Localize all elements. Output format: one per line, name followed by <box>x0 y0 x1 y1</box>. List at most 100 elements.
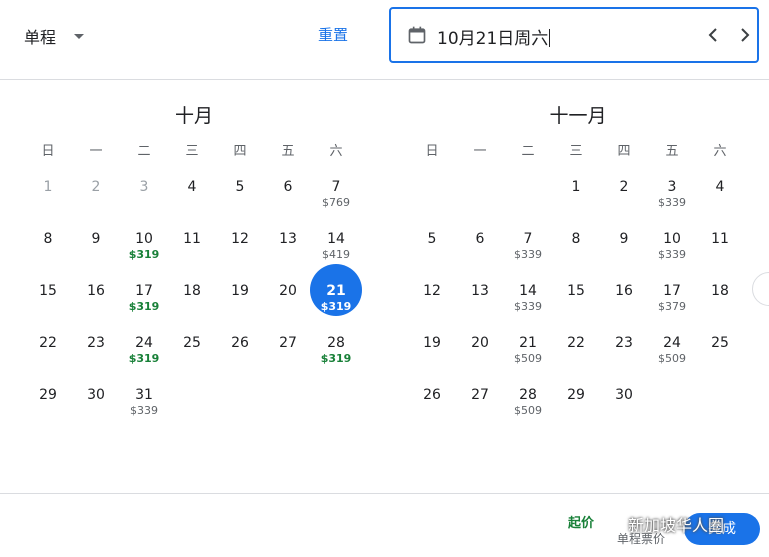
day-number: 15 <box>567 283 585 299</box>
day-cell[interactable]: 14 $339 <box>504 278 552 330</box>
day-cell[interactable]: 19 <box>408 330 456 382</box>
day-cell[interactable]: 23 <box>600 330 648 382</box>
weekday-label: 一 <box>473 144 487 159</box>
day-cell[interactable]: 16 <box>600 278 648 330</box>
day-cell[interactable]: 10 $319 <box>120 226 168 278</box>
day-cell[interactable]: 7 $339 <box>504 226 552 278</box>
day-cell[interactable]: 25 <box>168 330 216 382</box>
scroll-handle[interactable] <box>752 272 769 306</box>
day-cell[interactable]: 16 <box>72 278 120 330</box>
day-price: $339 <box>130 404 158 417</box>
day-cell[interactable]: 5 <box>216 174 264 226</box>
day-cell[interactable]: 18 <box>168 278 216 330</box>
trip-type-select[interactable]: 单程 <box>24 22 85 50</box>
day-number: 6 <box>283 179 293 195</box>
day-cell[interactable]: 15 <box>24 278 72 330</box>
day-cell[interactable]: 23 <box>72 330 120 382</box>
day-cell[interactable]: 20 <box>456 330 504 382</box>
day-cell[interactable]: 27 <box>456 382 504 434</box>
selected-day[interactable]: 21 $319 <box>310 264 362 330</box>
reset-button[interactable]: 重置 <box>318 24 348 45</box>
day-number: 2 <box>619 179 629 195</box>
day-cell[interactable]: 30 <box>600 382 648 434</box>
next-month-button[interactable] <box>733 23 757 47</box>
day-cell[interactable]: 13 <box>456 278 504 330</box>
day-cell[interactable]: 28 $509 <box>504 382 552 434</box>
day-price: $509 <box>658 352 686 365</box>
day-cell[interactable]: 2 <box>600 174 648 226</box>
day-cell[interactable]: 6 <box>456 226 504 278</box>
day-cell[interactable]: 11 <box>696 226 744 278</box>
day-cell[interactable]: 12 <box>408 278 456 330</box>
day-cell[interactable]: 10 $339 <box>648 226 696 278</box>
day-cell[interactable]: 25 <box>696 330 744 382</box>
day-cell[interactable]: 20 <box>264 278 312 330</box>
prev-month-button[interactable] <box>701 23 725 47</box>
day-cell[interactable]: 18 <box>696 278 744 330</box>
day-cell[interactable]: 26 <box>408 382 456 434</box>
day-number: 21 <box>519 335 537 351</box>
day-number: 22 <box>39 335 57 351</box>
day-cell[interactable]: 19 <box>216 278 264 330</box>
day-number: 18 <box>711 283 729 299</box>
day-cell[interactable]: 9 <box>72 226 120 278</box>
day-cell[interactable]: 24 $319 <box>120 330 168 382</box>
day-cell[interactable]: 22 <box>552 330 600 382</box>
day-cell[interactable]: 13 <box>264 226 312 278</box>
day-cell[interactable]: 12 <box>216 226 264 278</box>
day-number: 17 <box>663 283 681 299</box>
empty-cell <box>456 174 504 226</box>
day-number: 27 <box>471 387 489 403</box>
weekday-label: 二 <box>137 144 151 159</box>
day-number: 7 <box>523 231 533 247</box>
day-number: 17 <box>135 283 153 299</box>
weekday-label: 一 <box>89 144 103 159</box>
day-number: 6 <box>475 231 485 247</box>
day-number: 28 <box>519 387 537 403</box>
day-cell[interactable]: 4 <box>168 174 216 226</box>
day-number: 22 <box>567 335 585 351</box>
day-cell[interactable]: 9 <box>600 226 648 278</box>
day-cell[interactable]: 5 <box>408 226 456 278</box>
chat-bubble-icon <box>606 517 624 530</box>
day-cell[interactable]: 17 $379 <box>648 278 696 330</box>
day-number: 19 <box>423 335 441 351</box>
weekday-label: 日 <box>41 144 55 159</box>
day-cell[interactable]: 30 <box>72 382 120 434</box>
day-number: 19 <box>231 283 249 299</box>
day-number: 16 <box>615 283 633 299</box>
price-from-label: 起价 <box>568 516 595 531</box>
day-number: 29 <box>39 387 57 403</box>
day-number: 5 <box>427 231 437 247</box>
date-input[interactable]: 10月21日周六 <box>389 7 759 63</box>
day-cell[interactable]: 17 $319 <box>120 278 168 330</box>
day-price: $769 <box>322 196 350 209</box>
day-cell[interactable]: 31 $339 <box>120 382 168 434</box>
day-cell[interactable]: 26 <box>216 330 264 382</box>
day-cell[interactable]: 8 <box>552 226 600 278</box>
day-number: 23 <box>615 335 633 351</box>
day-cell[interactable]: 7 $769 <box>312 174 360 226</box>
day-cell[interactable]: 29 <box>552 382 600 434</box>
day-cell[interactable]: 1 <box>552 174 600 226</box>
day-cell[interactable]: 3 $339 <box>648 174 696 226</box>
day-cell[interactable]: 8 <box>24 226 72 278</box>
day-cell[interactable]: 21 $509 <box>504 330 552 382</box>
footer: 起价 单程票价 完成 新加坡华人圈 <box>0 493 769 557</box>
day-cell[interactable]: 6 <box>264 174 312 226</box>
day-grid: 1 2 3 $339 4 5 6 7 $339 8 9 10 $339 11 12 13 14 $339 15 16 1… <box>408 174 748 434</box>
day-cell[interactable]: 28 $319 <box>312 330 360 382</box>
day-cell[interactable]: 24 $509 <box>648 330 696 382</box>
day-cell[interactable]: 4 <box>696 174 744 226</box>
day-cell[interactable]: 27 <box>264 330 312 382</box>
day-cell[interactable]: 22 <box>24 330 72 382</box>
month-november: 十一月 日一二三四五六 1 2 3 $339 4 5 6 7 $339 8 9 10 $339 11 12 1… <box>408 100 748 434</box>
day-number: 11 <box>711 231 729 247</box>
weekday-label: 五 <box>281 144 295 159</box>
day-cell[interactable]: 15 <box>552 278 600 330</box>
chevron-right-icon <box>741 28 750 42</box>
day-cell[interactable]: 11 <box>168 226 216 278</box>
day-cell[interactable]: 29 <box>24 382 72 434</box>
date-value: 10月21日周六 <box>437 29 551 49</box>
empty-cell <box>504 174 552 226</box>
